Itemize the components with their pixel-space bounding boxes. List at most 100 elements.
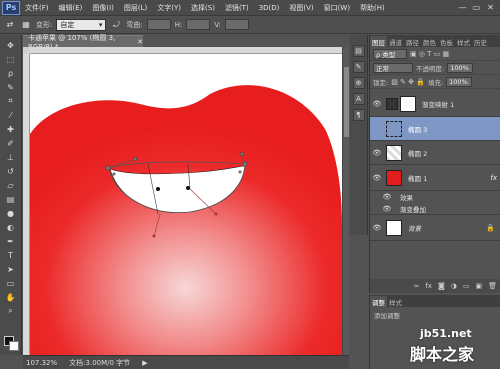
menu-type[interactable]: 文字(Y) (152, 3, 186, 13)
horizontal-ruler (30, 47, 342, 54)
tab-swatches[interactable]: 色板 (438, 36, 455, 47)
hand-icon[interactable]: ✋ (3, 291, 18, 303)
history-panel-icon[interactable]: ▤ (352, 45, 365, 57)
tab-color[interactable]: 颜色 (421, 36, 438, 47)
type-icon[interactable]: T (3, 249, 18, 261)
eye-icon[interactable]: 👁 (370, 149, 384, 157)
move-icon[interactable]: ✥ (3, 39, 18, 51)
filter-row: ρ 类型 ▣ ◎ T ▭ ▦ (370, 47, 500, 61)
orientation-icon[interactable]: ⤾ (110, 19, 122, 31)
warp-grid-icon[interactable]: ▦ (20, 19, 32, 31)
handle-point (152, 234, 156, 238)
menu-help[interactable]: 帮助(H) (355, 3, 390, 13)
lock-icons[interactable]: ▨ ✎ ✥ 🔒 (391, 78, 425, 86)
eye-icon[interactable]: 👁 (370, 174, 384, 182)
adjustment-icon[interactable]: ◑ (451, 282, 457, 290)
chevron-down-icon: ▾ (98, 20, 103, 29)
tab-history[interactable]: 历史 (472, 36, 489, 47)
brush-icon[interactable]: ✐ (3, 137, 18, 149)
eraser-icon[interactable]: ▱ (3, 179, 18, 191)
tab-adj-styles[interactable]: 样式 (387, 296, 404, 307)
eye-icon[interactable]: 👁 (380, 205, 394, 213)
eye-icon[interactable]: 👁 (370, 224, 384, 232)
tab-styles[interactable]: 样式 (455, 36, 472, 47)
brush-panel-icon[interactable]: ✎ (352, 61, 365, 73)
character-panel-icon[interactable]: A (352, 93, 365, 105)
menu-window[interactable]: 窗口(W) (319, 3, 355, 13)
tab-channels[interactable]: 通道 (387, 36, 404, 47)
menu-filter[interactable]: 滤镜(T) (220, 3, 254, 13)
gradient-icon[interactable]: ▤ (3, 193, 18, 205)
status-arrow-icon[interactable]: ▶ (142, 359, 147, 367)
anchor-point (242, 161, 248, 167)
mask-icon[interactable]: ◙ (438, 282, 445, 290)
tab-adjustments[interactable]: 调整 (370, 296, 387, 307)
layer-row-background[interactable]: 👁 背景 🔒 (370, 215, 500, 241)
scroll-thumb[interactable] (344, 67, 349, 137)
healing-icon[interactable]: ✚ (3, 123, 18, 135)
menu-edit[interactable]: 编辑(E) (54, 3, 88, 13)
menu-view[interactable]: 视图(V) (284, 3, 318, 13)
anchor-point (132, 156, 138, 162)
dodge-icon[interactable]: ◐ (3, 221, 18, 233)
lasso-icon[interactable]: ρ (3, 67, 18, 79)
eye-icon[interactable]: 👁 (380, 193, 394, 201)
restore-icon[interactable]: ▭ (471, 2, 482, 13)
layer-kind-filter[interactable]: ρ 类型 (373, 48, 407, 59)
blur-icon[interactable]: ● (3, 207, 18, 219)
opacity-input[interactable]: 100% (447, 62, 474, 73)
vertical-scrollbar[interactable] (342, 47, 349, 355)
layer-row[interactable]: 👁 渐变映射 1 (370, 91, 500, 117)
effect-row[interactable]: 👁 渐变叠加 (370, 203, 500, 215)
minimize-icon[interactable]: — (457, 2, 468, 13)
background-color-swatch[interactable] (9, 341, 19, 351)
path-select-icon[interactable]: ➤ (3, 263, 18, 275)
eye-icon[interactable]: 👁 (370, 100, 384, 108)
lock-row: 锁定: ▨ ✎ ✥ 🔒 填充: 100% (370, 75, 500, 89)
clone-panel-icon[interactable]: ⊕ (352, 77, 365, 89)
link-icon[interactable]: ∞ (414, 282, 420, 290)
bend-input[interactable] (146, 19, 171, 30)
menu-file[interactable]: 文件(F) (20, 3, 54, 13)
tab-paths[interactable]: 路径 (404, 36, 421, 47)
close-tab-icon[interactable]: ✕ (137, 38, 143, 46)
watermark-url: jb51.net (420, 327, 472, 340)
bend-label: 弯曲: (126, 20, 143, 29)
move-tool-icon[interactable]: ⇄ (4, 19, 16, 31)
crop-icon[interactable]: ⌗ (3, 95, 18, 107)
folder-icon[interactable]: ▭ (463, 282, 470, 290)
layer-row[interactable]: 👁 椭圆 2 (370, 141, 500, 165)
filter-icons[interactable]: ▣ ◎ T ▭ ▦ (410, 50, 449, 58)
h-input[interactable] (186, 19, 211, 30)
menu-layer[interactable]: 图层(L) (119, 3, 152, 13)
pen-icon[interactable]: ✒ (3, 235, 18, 247)
close-window-icon[interactable]: ✕ (485, 2, 496, 13)
menu-3d[interactable]: 3D(D) (254, 4, 285, 12)
warp-preset-select[interactable]: 自定 ▾ (56, 18, 107, 31)
fx-footer-icon[interactable]: fx (425, 282, 432, 290)
fill-label: 填充: (427, 78, 444, 87)
fill-input[interactable]: 100% (446, 76, 473, 87)
zoom-level[interactable]: 107.32% (26, 359, 57, 367)
effects-row[interactable]: 👁 效果 (370, 191, 500, 203)
eyedropper-icon[interactable]: ⁄ (3, 109, 18, 121)
history-brush-icon[interactable]: ↺ (3, 165, 18, 177)
fx-icon[interactable]: fx (490, 174, 497, 182)
blend-mode-select[interactable]: 正常 (373, 62, 413, 73)
zoom-icon[interactable]: ⌕ (3, 305, 18, 317)
layer-row-selected[interactable]: 椭圆 3 (370, 117, 500, 141)
paragraph-panel-icon[interactable]: ¶ (352, 109, 365, 121)
new-layer-icon[interactable]: ▣ (475, 282, 482, 290)
menu-image[interactable]: 图像(I) (87, 3, 119, 13)
quick-select-icon[interactable]: ✎ (3, 81, 18, 93)
shape-icon[interactable]: ▭ (3, 277, 18, 289)
stamp-icon[interactable]: ⊥ (3, 151, 18, 163)
canvas[interactable] (30, 54, 342, 355)
trash-icon[interactable]: 🗑 (488, 282, 497, 290)
tab-layers[interactable]: 图层 (370, 36, 387, 47)
marquee-icon[interactable]: ⬚ (3, 53, 18, 65)
menu-select[interactable]: 选择(S) (186, 3, 220, 13)
document-tab[interactable]: 卡通苹果 @ 107% (椭圆 3, RGB/8) * ✕ (23, 34, 143, 51)
layer-row[interactable]: 👁 椭圆 1 fx (370, 165, 500, 191)
v-input[interactable] (224, 19, 249, 30)
